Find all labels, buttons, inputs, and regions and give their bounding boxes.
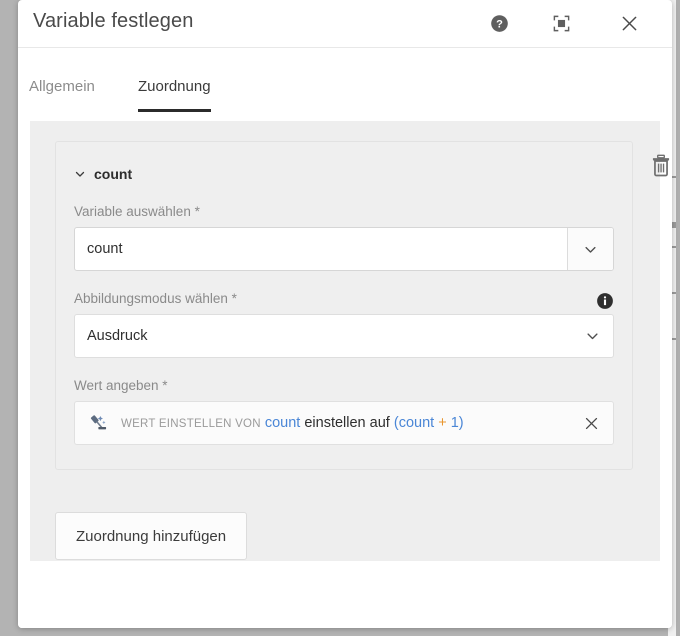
- active-tab-indicator: [138, 109, 211, 112]
- clear-expression-button[interactable]: [579, 411, 603, 435]
- mapping-mode-value: Ausdruck: [87, 328, 148, 344]
- dialog-footer: [18, 561, 672, 628]
- close-icon: [622, 16, 636, 30]
- chevron-down-icon: [585, 246, 596, 253]
- mapping-mode-select[interactable]: Ausdruck: [74, 314, 614, 358]
- expression-text: WERT EINSTELLEN VON count einstellen auf…: [121, 415, 464, 431]
- tab-allgemein-label: Allgemein: [29, 78, 95, 95]
- expression-token-variable: count: [264, 415, 301, 431]
- assignment-title: count: [94, 166, 133, 182]
- expression-token-operator: +: [438, 415, 447, 431]
- tab-zuordnung[interactable]: Zuordnung: [138, 78, 211, 112]
- expression-token-variable: count: [398, 415, 435, 431]
- expression-token-keyword: WERT EINSTELLEN VON: [121, 418, 261, 430]
- trash-icon: [652, 154, 670, 177]
- expression-field[interactable]: WERT EINSTELLEN VON count einstellen auf…: [74, 401, 614, 445]
- variable-field-label: Variable auswählen *: [74, 204, 200, 219]
- variable-combobox[interactable]: [74, 227, 614, 271]
- dialog-body: count Variable auswählen * Abbildungsmod…: [30, 121, 670, 561]
- tab-bar: Allgemein Zuordnung: [18, 48, 672, 121]
- background-window-edge: [676, 0, 680, 636]
- maximize-button[interactable]: [545, 7, 577, 39]
- help-circle-icon: ?: [490, 14, 508, 32]
- expression-token-number: 1: [450, 415, 459, 431]
- tab-zuordnung-label: Zuordnung: [138, 78, 211, 95]
- variable-dialog: Variable festlegen ? Allgemein Zuordnung…: [18, 0, 672, 628]
- variable-input[interactable]: [75, 228, 567, 270]
- svg-text:?: ?: [496, 18, 503, 30]
- maximize-icon: [553, 15, 569, 31]
- gavel-icon: [87, 412, 109, 434]
- dialog-title: Variable festlegen: [33, 10, 194, 32]
- delete-assignment-button[interactable]: [648, 153, 672, 179]
- expression-token-text: einstellen auf: [304, 415, 390, 431]
- mapping-mode-label: Abbildungsmodus wählen *: [74, 291, 237, 306]
- info-icon[interactable]: [596, 292, 614, 310]
- add-assignment-button[interactable]: Zuordnung hinzufügen: [55, 512, 248, 560]
- expression-token-paren-close: ): [458, 415, 464, 431]
- tab-allgemein[interactable]: Allgemein: [29, 78, 95, 107]
- variable-dropdown-toggle[interactable]: [567, 228, 613, 270]
- close-icon: [585, 417, 597, 429]
- assignment-collapse-header[interactable]: count: [74, 166, 132, 182]
- assignment-card: count Variable auswählen * Abbildungsmod…: [55, 141, 633, 470]
- close-button[interactable]: [613, 7, 645, 39]
- chevron-down-icon: [585, 329, 600, 344]
- help-button[interactable]: ?: [483, 7, 515, 39]
- mapping-mode-label-row: Abbildungsmodus wählen *: [74, 291, 614, 314]
- dialog-header: Variable festlegen ?: [18, 0, 672, 48]
- chevron-down-icon: [74, 168, 86, 180]
- value-field-label: Wert angeben *: [74, 378, 168, 393]
